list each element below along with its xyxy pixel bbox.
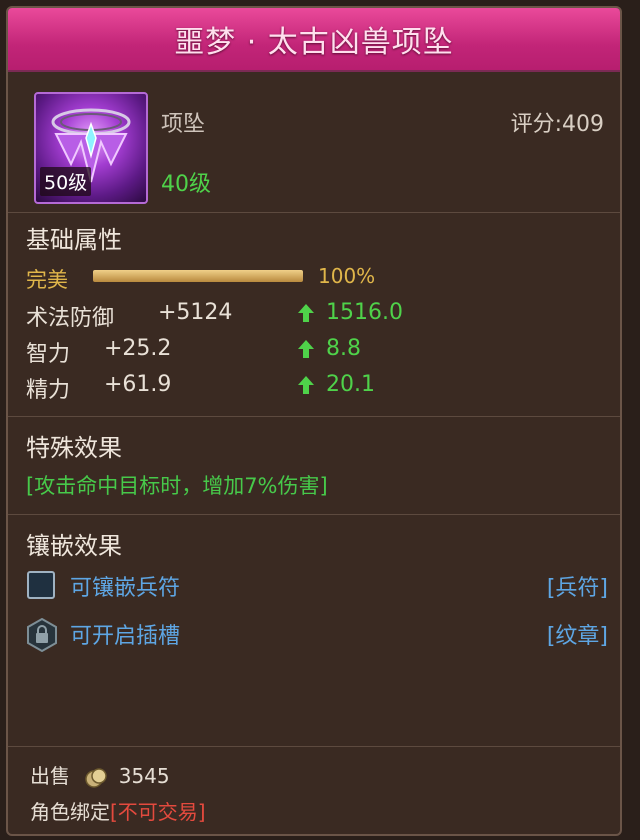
divider (8, 514, 620, 515)
empty-socket-icon (27, 571, 55, 599)
socket-tag-link[interactable]: [兵符] (547, 570, 608, 602)
stat-row: 智力 +25.2 8.8 (26, 336, 616, 367)
sell-label: 出售 (30, 764, 70, 788)
perfect-label: 完美 (26, 268, 68, 292)
perfect-progress-fill (93, 270, 303, 282)
divider (8, 212, 620, 213)
stat-row: 精力 +61.9 20.1 (26, 372, 616, 403)
sell-price-row: 出售 3545 (30, 760, 170, 789)
trade-status: [不可交易] (110, 800, 206, 824)
special-effect-title: 特殊效果 (26, 434, 122, 462)
item-type-label: 项坠 (161, 112, 206, 137)
socket-tag-link[interactable]: [纹章] (547, 618, 608, 650)
base-attributes-title: 基础属性 (26, 226, 122, 254)
divider (8, 416, 620, 417)
required-level: 40级 (161, 172, 211, 197)
stat-name: 精力 (26, 378, 71, 403)
up-arrow-icon (298, 340, 314, 358)
divider (8, 746, 620, 747)
stat-name: 术法防御 (26, 306, 115, 331)
title-bar: 噩梦 · 太古凶兽项坠 (8, 8, 620, 72)
item-score: 评分:409 (510, 112, 604, 137)
stat-name: 智力 (26, 342, 71, 367)
stat-gain: 8.8 (326, 336, 361, 361)
sell-price: 3545 (118, 764, 170, 788)
socket-effect-title: 镶嵌效果 (26, 532, 122, 560)
item-title: 噩梦 · 太古凶兽项坠 (174, 25, 454, 60)
stat-value: +61.9 (104, 372, 172, 397)
socket-label: 可开启插槽 (70, 624, 181, 649)
stat-value: +25.2 (104, 336, 172, 361)
stat-value: +5124 (158, 300, 233, 325)
socket-row-bingfu[interactable]: 可镶嵌兵符 [兵符] (26, 566, 608, 606)
item-tooltip-panel: 噩梦 · 太古凶兽项坠 50级 项坠 评分:409 40级 基础属性 完美 10… (6, 6, 622, 836)
coin-icon (85, 767, 108, 788)
socket-row-emblem[interactable]: 可开启插槽 [纹章] (26, 614, 608, 654)
stat-gain: 20.1 (326, 372, 375, 397)
locked-slot-icon (27, 618, 57, 652)
socket-label: 可镶嵌兵符 (70, 576, 181, 601)
special-effect-text: [攻击命中目标时，增加7%伤害] (26, 474, 328, 498)
bind-label: 角色绑定 (30, 800, 110, 824)
necklace-item-icon[interactable]: 50级 (34, 92, 148, 204)
item-level-badge: 50级 (40, 167, 92, 196)
perfect-value: 100% (318, 264, 376, 288)
up-arrow-icon (298, 304, 314, 322)
perfect-progress-bar (93, 270, 303, 282)
bind-status-row: 角色绑定[不可交易] (30, 796, 206, 825)
stat-row: 术法防御 +5124 1516.0 (26, 300, 616, 331)
up-arrow-icon (298, 376, 314, 394)
stat-gain: 1516.0 (326, 300, 403, 325)
